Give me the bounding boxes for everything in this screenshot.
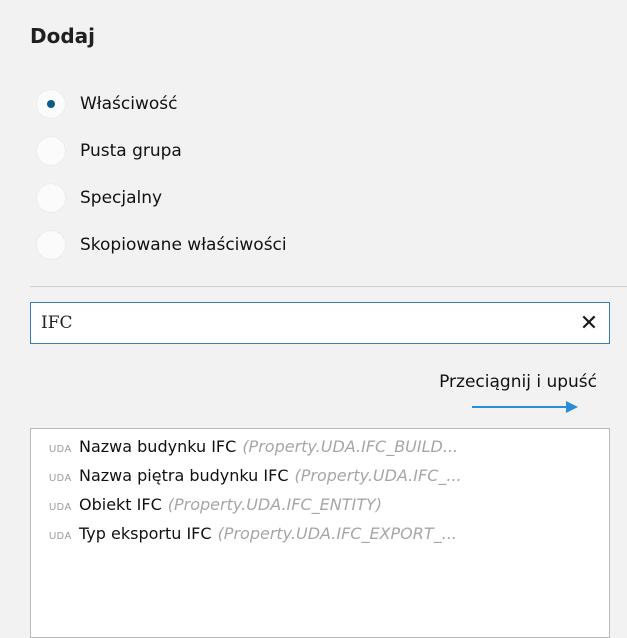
radio-label: Specjalny (80, 187, 163, 208)
section-title: Dodaj (30, 24, 96, 48)
property-list: UDA Nazwa budynku IFC (Property.UDA.IFC_… (30, 428, 610, 638)
item-path: (Property.UDA.IFC_BUILD... (242, 437, 459, 456)
search-box: ✕ (30, 302, 610, 344)
list-item[interactable]: UDA Typ eksportu IFC (Property.UDA.IFC_E… (31, 524, 609, 553)
list-item[interactable]: UDA Nazwa budynku IFC (Property.UDA.IFC_… (31, 437, 609, 466)
section-divider (30, 286, 627, 287)
radio-label: Właściwość (80, 93, 178, 114)
radio-label: Pusta grupa (80, 140, 182, 161)
uda-tag: UDA (49, 473, 72, 484)
close-icon[interactable]: ✕ (569, 303, 609, 343)
item-name: Nazwa piętra budynku IFC (79, 466, 289, 485)
item-name: Nazwa budynku IFC (79, 437, 237, 456)
arrow-right-icon (472, 401, 578, 413)
radio-button[interactable] (36, 182, 66, 213)
item-name: Typ eksportu IFC (79, 524, 212, 543)
item-path: (Property.UDA.IFC_EXPORT_... (217, 524, 457, 543)
radio-button[interactable] (36, 229, 66, 260)
item-path: (Property.UDA.IFC_ENTITY) (167, 495, 382, 514)
item-name: Obiekt IFC (79, 495, 162, 514)
radio-option-empty-group[interactable]: Pusta grupa (36, 127, 287, 174)
list-item[interactable]: UDA Nazwa piętra budynku IFC (Property.U… (31, 466, 609, 495)
uda-tag: UDA (49, 444, 72, 455)
radio-button[interactable] (36, 88, 66, 119)
list-item[interactable]: UDA Obiekt IFC (Property.UDA.IFC_ENTITY) (31, 495, 609, 524)
radio-label: Skopiowane właściwości (80, 234, 287, 255)
radio-option-copied-properties[interactable]: Skopiowane właściwości (36, 221, 287, 268)
radio-option-property[interactable]: Właściwość (36, 80, 287, 127)
drag-drop-label: Przeciągnij i upuść (439, 372, 597, 392)
radio-button[interactable] (36, 135, 66, 166)
add-type-radio-group: Właściwość Pusta grupa Specjalny Skopiow… (36, 80, 287, 268)
search-input[interactable] (31, 302, 569, 344)
uda-tag: UDA (49, 502, 72, 513)
radio-selected-dot (47, 99, 55, 108)
radio-option-special[interactable]: Specjalny (36, 174, 287, 221)
uda-tag: UDA (49, 531, 72, 542)
item-path: (Property.UDA.IFC_... (294, 466, 462, 485)
